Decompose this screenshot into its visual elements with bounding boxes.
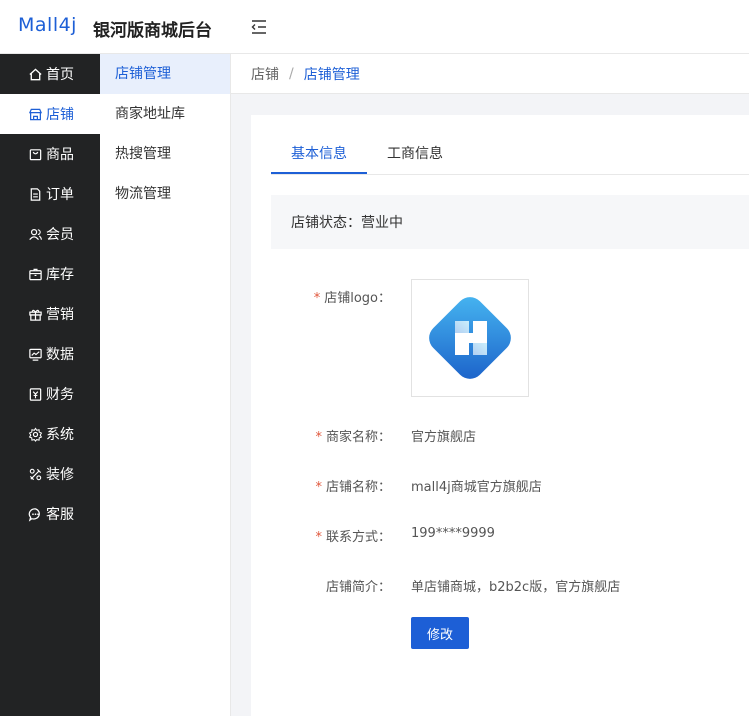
sidebar-item-data[interactable]: 数据 <box>0 334 100 374</box>
required-mark: * <box>315 430 322 445</box>
sidebar-item-shop[interactable]: 店铺 <box>0 94 100 134</box>
submenu: 店铺管理 商家地址库 热搜管理 物流管理 <box>100 54 231 716</box>
shop-icon <box>28 108 43 120</box>
breadcrumb: 店铺 / 店铺管理 <box>231 54 749 94</box>
member-icon <box>29 228 42 240</box>
shop-logo[interactable] <box>411 279 529 397</box>
order-icon <box>30 187 41 201</box>
submenu-item-logistics[interactable]: 物流管理 <box>100 174 230 214</box>
sidebar-item-label: 会员 <box>46 227 74 243</box>
brand-logo: Mall4j <box>18 14 77 36</box>
merchant-name-label: * 商家名称： <box>315 430 391 445</box>
shop-status-text: 店铺状态：营业中 <box>291 215 403 231</box>
sidebar-item-label: 系统 <box>46 427 74 443</box>
submenu-item-hot-search[interactable]: 热搜管理 <box>100 134 230 174</box>
tab-divider <box>271 174 749 175</box>
sidebar-item-decorate[interactable]: 装修 <box>0 454 100 494</box>
inventory-icon <box>29 268 42 280</box>
content-card: 基本信息 工商信息 店铺状态：营业中 * 店铺logo： * 商家名称： 官方旗… <box>251 115 749 716</box>
required-mark: * <box>313 291 321 306</box>
shop-intro-label: 店铺简介： <box>325 580 391 595</box>
edit-button[interactable]: 修改 <box>411 617 469 649</box>
sidebar-item-label: 库存 <box>46 267 74 283</box>
breadcrumb-separator: / <box>289 65 294 82</box>
sidebar-item-service[interactable]: 客服 <box>0 494 100 534</box>
breadcrumb-shop[interactable]: 店铺 <box>251 64 279 84</box>
goods-icon <box>29 148 42 160</box>
sidebar-item-finance[interactable]: 财务 <box>0 374 100 414</box>
shop-logo-image <box>429 297 511 379</box>
tab-business-info[interactable]: 工商信息 <box>387 143 443 163</box>
home-icon <box>29 67 42 80</box>
shop-status: 店铺状态：营业中 <box>271 195 749 249</box>
decorate-icon <box>29 468 42 480</box>
sidebar-item-label: 订单 <box>46 187 74 203</box>
sidebar-item-member[interactable]: 会员 <box>0 214 100 254</box>
top-bar: Mall4j 银河版商城后台 <box>0 0 749 54</box>
sidebar-item-label: 店铺 <box>46 107 74 123</box>
shop-name-label: * 店铺名称： <box>315 480 391 495</box>
logo-label: * 店铺logo： <box>313 291 391 306</box>
sidebar-item-system[interactable]: 系统 <box>0 414 100 454</box>
sidebar-item-label: 财务 <box>46 387 74 403</box>
collapse-menu-icon[interactable] <box>250 19 268 35</box>
sidebar-item-label: 数据 <box>46 347 74 363</box>
tab-basic-info[interactable]: 基本信息 <box>291 143 347 163</box>
active-tab-indicator <box>271 172 367 174</box>
breadcrumb-current: 店铺管理 <box>303 66 360 83</box>
required-mark: * <box>315 530 322 545</box>
contact-value: 199****9999 <box>411 526 495 541</box>
sidebar-item-label: 客服 <box>46 507 74 523</box>
required-mark: * <box>315 480 322 495</box>
chat-icon <box>28 507 40 522</box>
sidebar-item-label: 商品 <box>46 147 74 163</box>
gear-icon <box>28 426 43 442</box>
sidebar: 首页 店铺 商品 订单 会员 库存 营销 数据 财务 系统 装修 客服 <box>0 54 100 716</box>
sidebar-item-inventory[interactable]: 库存 <box>0 254 100 294</box>
shop-intro-value: 单店铺商城，b2b2c版，官方旗舰店 <box>411 580 621 595</box>
contact-label: * 联系方式： <box>315 530 391 545</box>
sidebar-item-home[interactable]: 首页 <box>0 54 100 94</box>
sidebar-item-label: 装修 <box>46 467 74 483</box>
chart-icon <box>29 348 42 361</box>
submenu-item-address-library[interactable]: 商家地址库 <box>100 94 230 134</box>
sidebar-item-label: 营销 <box>46 307 74 323</box>
sidebar-item-goods[interactable]: 商品 <box>0 134 100 174</box>
shop-name-value: mall4j商城官方旗舰店 <box>411 480 542 495</box>
sidebar-item-marketing[interactable]: 营销 <box>0 294 100 334</box>
gift-icon <box>29 309 42 321</box>
sidebar-item-order[interactable]: 订单 <box>0 174 100 214</box>
merchant-name-value: 官方旗舰店 <box>411 430 477 445</box>
finance-icon <box>29 387 42 401</box>
sidebar-item-label: 首页 <box>46 67 74 83</box>
app-title: 银河版商城后台 <box>93 21 212 41</box>
submenu-item-shop-management[interactable]: 店铺管理 <box>100 54 230 94</box>
